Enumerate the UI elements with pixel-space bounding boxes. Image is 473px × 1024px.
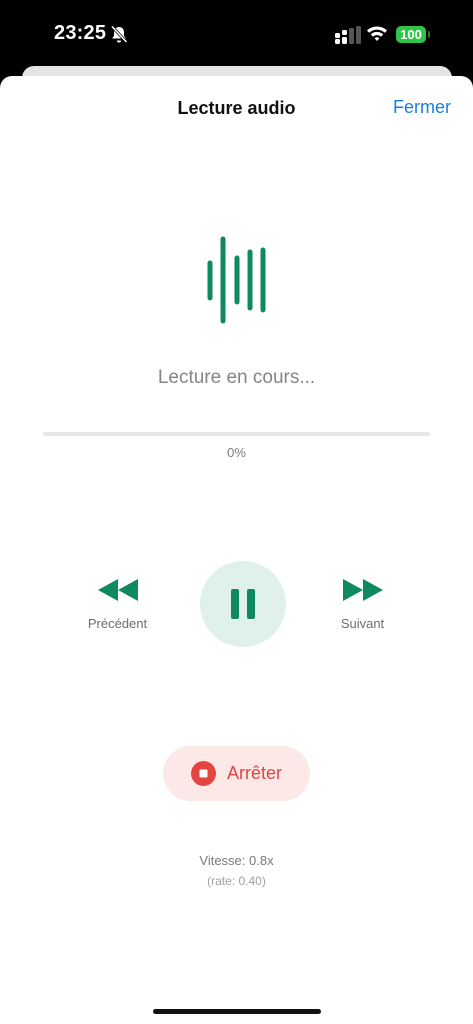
bell-slash-icon	[110, 25, 128, 44]
progress-label: 0%	[227, 445, 246, 460]
signal-icon	[335, 26, 361, 44]
home-indicator	[153, 1009, 321, 1014]
stop-icon	[191, 761, 216, 786]
stop-label: Arrêter	[227, 763, 283, 783]
speed-label: Vitesse: 0.8x	[199, 853, 274, 868]
stop-button[interactable]: Arrêter	[163, 746, 310, 801]
rate-label: (rate: 0.40)	[207, 874, 266, 888]
status-bar: 23:25 100	[0, 0, 473, 70]
next-button[interactable]: Suivant	[325, 578, 400, 638]
progress-bar[interactable]	[43, 432, 430, 436]
audio-wave-icon	[207, 236, 266, 324]
next-label: Suivant	[340, 616, 385, 631]
pause-button[interactable]	[200, 561, 286, 647]
previous-label: Précédent	[87, 616, 148, 631]
audio-player-sheet: Lecture audio Fermer Lecture en cours...…	[0, 76, 473, 1024]
wifi-icon	[367, 26, 387, 41]
playback-status: Lecture en cours...	[157, 367, 316, 388]
rewind-icon	[97, 579, 138, 601]
fast-forward-icon	[342, 579, 383, 601]
battery-tip	[428, 31, 430, 38]
previous-button[interactable]: Précédent	[80, 578, 155, 638]
battery-icon: 100	[396, 26, 426, 43]
close-button[interactable]: Fermer	[393, 97, 451, 118]
status-time: 23:25	[54, 22, 107, 44]
battery-level: 100	[400, 27, 422, 42]
pause-icon	[231, 589, 255, 619]
